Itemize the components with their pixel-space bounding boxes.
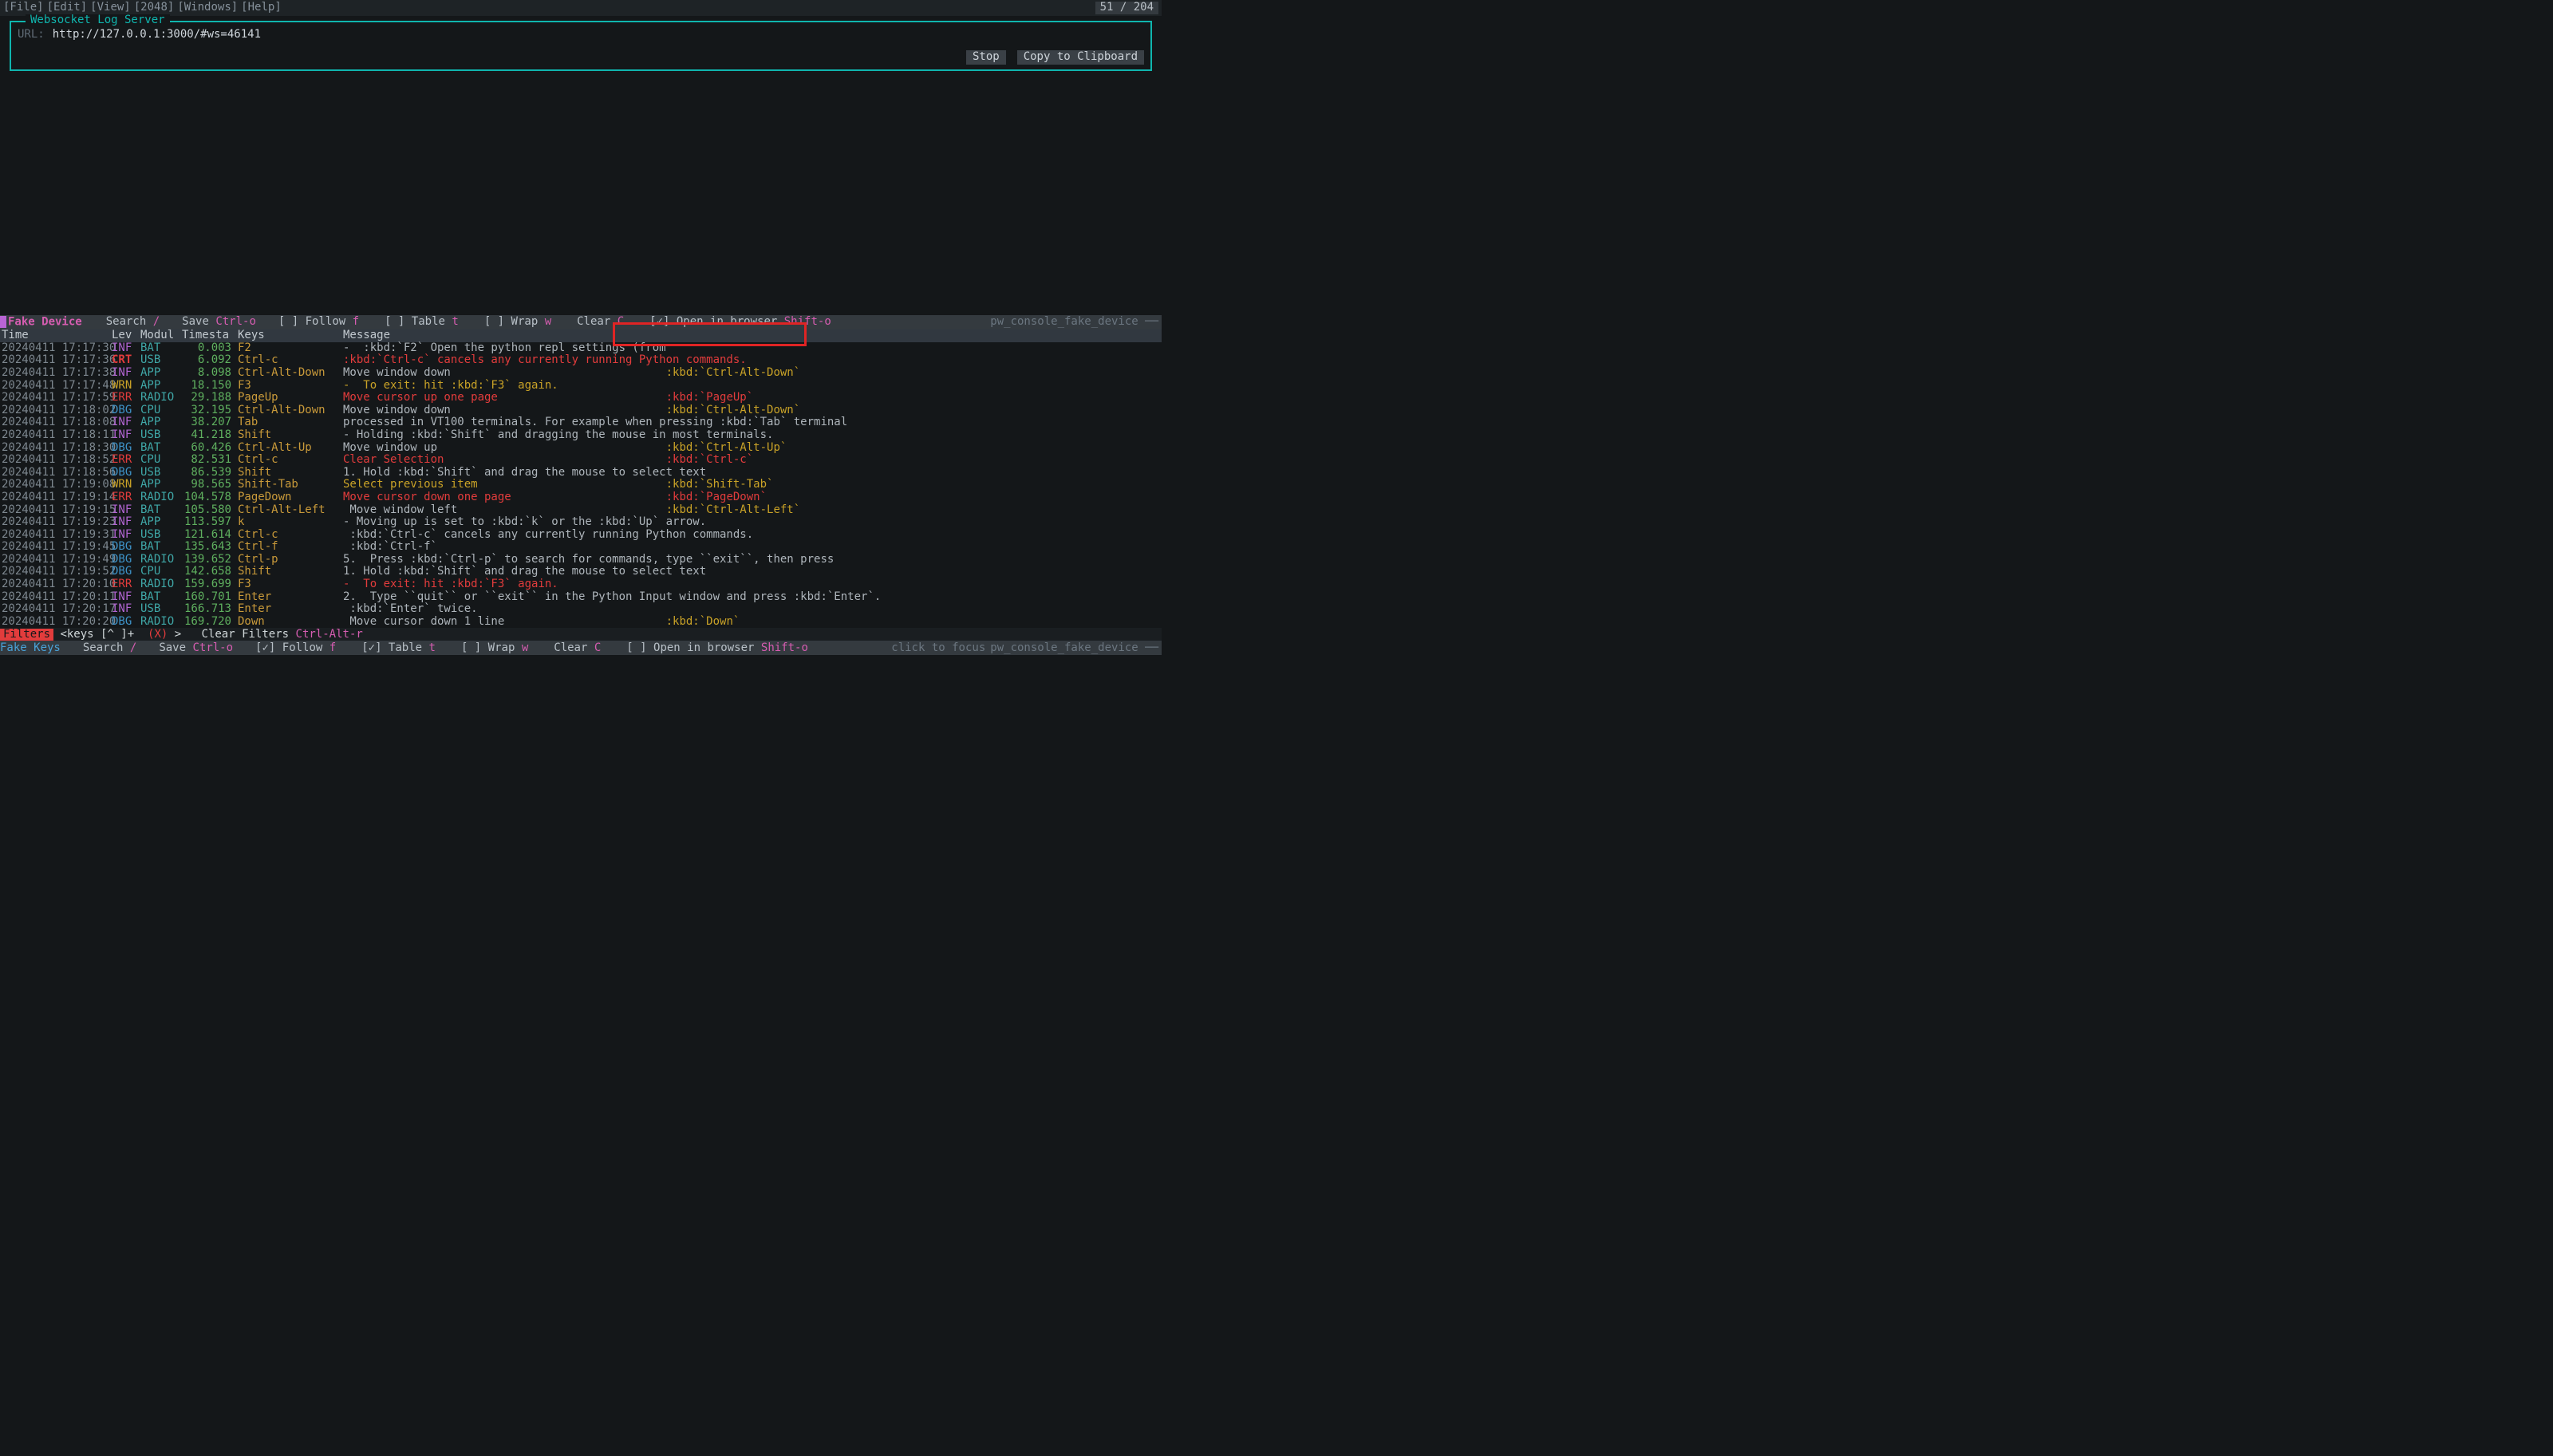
line-counter: 51 / 204	[1095, 2, 1158, 14]
save-button[interactable]: Save	[182, 315, 209, 328]
log-row[interactable]: 20240411 17:19:15INFBAT105.580Ctrl-Alt-L…	[0, 504, 1162, 517]
log-row[interactable]: 20240411 17:20:11INFBAT160.701Enter2. Ty…	[0, 591, 1162, 604]
col-time[interactable]: Time	[2, 329, 112, 342]
empty-pane	[0, 76, 1162, 315]
log-row[interactable]: 20240411 17:19:14ERRRADIO104.578PageDown…	[0, 491, 1162, 504]
filter-sep: >	[175, 629, 181, 641]
clear-filters-button[interactable]: Clear Filters	[202, 629, 290, 641]
log-row[interactable]: 20240411 17:19:52DBGCPU142.658Shift1. Ho…	[0, 566, 1162, 578]
fake-keys-tab[interactable]: Fake Keys	[0, 641, 61, 654]
menu-edit[interactable]: [Edit]	[47, 2, 88, 14]
follow-toggle-2[interactable]: [✓] Follow	[255, 641, 322, 654]
log-row[interactable]: 20240411 17:20:17INFUSB166.713Enter :kbd…	[0, 603, 1162, 616]
log-row[interactable]: 20240411 17:18:52ERRCPU82.531Ctrl-cClear…	[0, 454, 1162, 467]
log-row[interactable]: 20240411 17:17:48WRNAPP18.150F3- To exit…	[0, 380, 1162, 393]
websocket-panel: Websocket Log Server URL: http://127.0.0…	[10, 21, 1152, 71]
table-toggle-2[interactable]: [✓] Table	[361, 641, 422, 654]
log-column-header: Time Lev Modul Timesta Keys Message	[0, 329, 1162, 342]
col-level[interactable]: Lev	[112, 329, 140, 342]
follow-toggle[interactable]: [ ] Follow	[278, 315, 345, 328]
log-row[interactable]: 20240411 17:19:49DBGRADIO139.652Ctrl-p5.…	[0, 554, 1162, 566]
log-row[interactable]: 20240411 17:17:36CRTUSB6.092Ctrl-c:kbd:`…	[0, 354, 1162, 367]
col-module[interactable]: Modul	[140, 329, 182, 342]
menu-help[interactable]: [Help]	[241, 2, 282, 14]
log-row[interactable]: 20240411 17:18:02DBGCPU32.195Ctrl-Alt-Do…	[0, 404, 1162, 417]
log-row[interactable]: 20240411 17:19:45DBGBAT135.643Ctrl-f :kb…	[0, 541, 1162, 554]
url-value: http://127.0.0.1:3000/#ws=46141	[53, 29, 261, 41]
col-message[interactable]: Message	[343, 329, 390, 342]
filters-bar: Filters <keys [^ ]+ (X) > Clear Filters …	[0, 628, 1162, 641]
device-name-label: pw_console_fake_device ──	[990, 316, 1158, 328]
log-row[interactable]: 20240411 17:18:30DBGBAT60.426Ctrl-Alt-Up…	[0, 442, 1162, 455]
log-row[interactable]: 20240411 17:17:59ERRRADIO29.188PageUpMov…	[0, 392, 1162, 404]
top-menu-bar: [File] [Edit] [View] [2048] [Windows] [H…	[0, 0, 1162, 16]
url-label: URL:	[18, 29, 45, 41]
log-row[interactable]: 20240411 17:17:30INFBAT0.003F2- :kbd:`F2…	[0, 342, 1162, 355]
log-row[interactable]: 20240411 17:17:38INFAPP8.098Ctrl-Alt-Dow…	[0, 367, 1162, 380]
menu-file[interactable]: [File]	[3, 2, 44, 14]
log-row[interactable]: 20240411 17:20:10ERRRADIO159.699F3- To e…	[0, 578, 1162, 591]
device-name-label-2: pw_console_fake_device ──	[990, 642, 1158, 654]
search-button[interactable]: Search	[106, 315, 147, 328]
col-timestamp[interactable]: Timesta	[182, 329, 231, 342]
log-row[interactable]: 20240411 17:19:08WRNAPP98.565Shift-TabSe…	[0, 479, 1162, 491]
filters-tag[interactable]: Filters	[0, 629, 53, 641]
active-indicator-icon	[0, 316, 6, 328]
fake-device-tab[interactable]: Fake Device	[8, 315, 82, 328]
clear-filters-shortcut: Ctrl-Alt-r	[296, 629, 363, 641]
clear-button[interactable]: Clear	[577, 315, 610, 328]
wrap-toggle-2[interactable]: [ ] Wrap	[461, 641, 515, 654]
wrap-toggle[interactable]: [ ] Wrap	[484, 315, 538, 328]
search-button-2[interactable]: Search	[83, 641, 124, 654]
stop-button[interactable]: Stop	[966, 50, 1006, 64]
menu-windows[interactable]: [Windows]	[177, 2, 238, 14]
panel-title: Websocket Log Server	[26, 14, 170, 26]
clear-button-2[interactable]: Clear	[554, 641, 587, 654]
filter-expr[interactable]: <keys [^ ]+	[60, 629, 134, 641]
table-toggle[interactable]: [ ] Table	[385, 315, 445, 328]
log-row[interactable]: 20240411 17:19:31INFUSB121.614Ctrl-c :kb…	[0, 529, 1162, 542]
log-row[interactable]: 20240411 17:20:20DBGRADIO169.720Down Mov…	[0, 616, 1162, 629]
save-button-2[interactable]: Save	[159, 641, 186, 654]
log-toolbar-upper: Fake Device Search / Save Ctrl-o [ ] Fol…	[0, 315, 1162, 329]
open-browser-toggle[interactable]: [✓] Open in browser	[649, 315, 777, 328]
copy-clipboard-button[interactable]: Copy to Clipboard	[1017, 50, 1144, 64]
log-row[interactable]: 20240411 17:18:08INFAPP38.207Tabprocesse…	[0, 416, 1162, 429]
open-browser-toggle-2[interactable]: [ ] Open in browser	[626, 641, 754, 654]
log-row[interactable]: 20240411 17:18:56DBGUSB86.539Shift1. Hol…	[0, 467, 1162, 479]
log-row[interactable]: 20240411 17:18:11INFUSB41.218Shift- Hold…	[0, 429, 1162, 442]
log-rows[interactable]: 20240411 17:17:30INFBAT0.003F2- :kbd:`F2…	[0, 342, 1162, 629]
menu-2048[interactable]: [2048]	[134, 2, 175, 14]
click-to-focus-hint[interactable]: click to focus	[891, 642, 985, 654]
filter-remove-icon[interactable]: (X)	[148, 629, 168, 641]
menu-view[interactable]: [View]	[90, 2, 131, 14]
log-toolbar-lower: Fake Keys Search / Save Ctrl-o [✓] Follo…	[0, 641, 1162, 655]
log-row[interactable]: 20240411 17:19:23INFAPP113.597k- Moving …	[0, 516, 1162, 529]
col-keys[interactable]: Keys	[231, 329, 343, 342]
